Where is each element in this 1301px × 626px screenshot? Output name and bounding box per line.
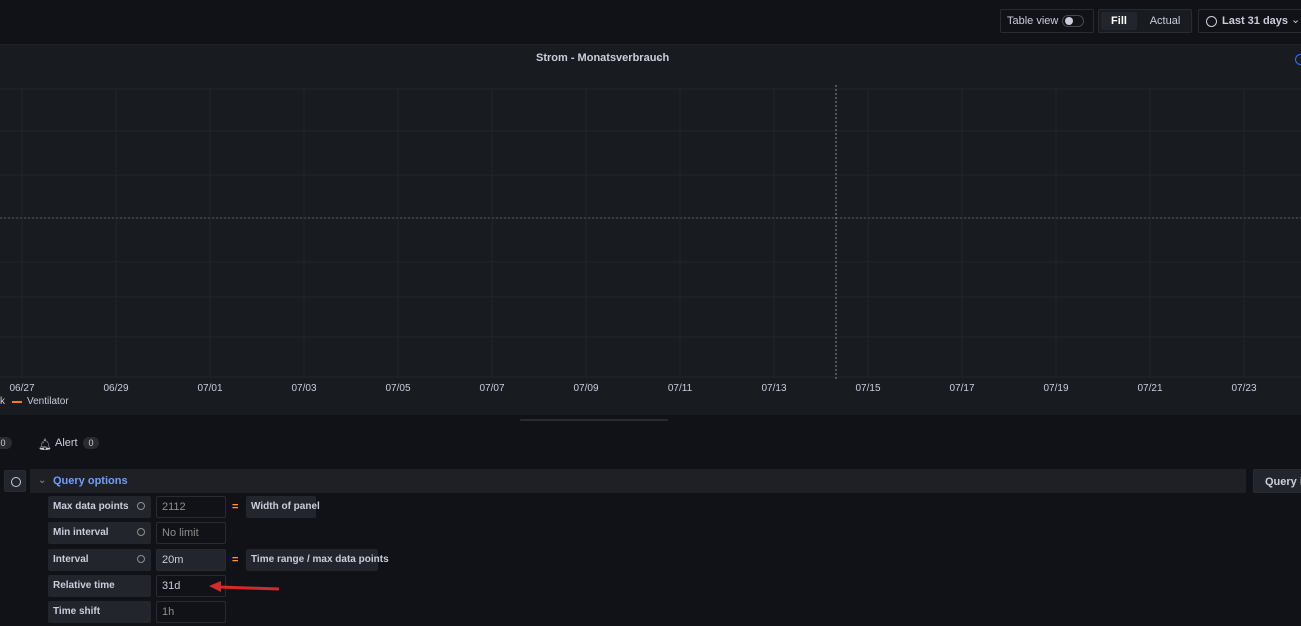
x-axis-tick-label: 06/27	[9, 383, 34, 394]
interval-label: Interval	[48, 549, 151, 571]
info-icon[interactable]	[137, 528, 145, 536]
time-shift-label: Time shift	[48, 601, 151, 623]
input-placeholder: 1h	[162, 606, 175, 618]
min-interval-label: Min interval	[48, 522, 151, 544]
legend-color-swatch	[12, 401, 22, 403]
input-value: 20m	[162, 554, 184, 566]
alert-badge-count: 0	[83, 437, 99, 449]
desc-text: Width of panel	[251, 501, 320, 512]
x-axis-tick-label: 07/17	[949, 383, 974, 394]
min-interval-input[interactable]: No limit	[156, 522, 226, 544]
panel-editor-toolbar: Table view Fill Actual Last 31 days ⌄	[0, 0, 1301, 45]
equals-sign: =	[232, 554, 239, 566]
relative-time-label: Relative time	[48, 575, 151, 597]
info-circle-icon[interactable]	[1295, 54, 1301, 65]
x-axis-tick-label: 07/13	[761, 383, 786, 394]
input-value: 2112	[162, 501, 186, 513]
query-options-header[interactable]	[30, 469, 1246, 493]
x-axis-tick-label: 07/05	[385, 383, 410, 394]
fill-button[interactable]: Fill	[1101, 12, 1137, 30]
bell-icon: 🔔︎	[38, 439, 52, 451]
row-label-text: Min interval	[53, 527, 109, 538]
query-inspector-button[interactable]: Query in	[1253, 469, 1301, 493]
table-view-switch[interactable]	[1062, 15, 1084, 27]
clock-icon	[1206, 16, 1217, 27]
x-axis-tick-label: 07/19	[1043, 383, 1068, 394]
x-axis-tick-label: 07/15	[855, 383, 880, 394]
interval-desc: Time range / max data points	[246, 549, 389, 571]
desc-text: Time range / max data points	[251, 554, 389, 565]
editor-tabs: 0	[0, 430, 1301, 456]
chevron-down-icon[interactable]: ⌄	[656, 52, 664, 63]
x-axis-tick-label: 07/23	[1231, 383, 1256, 394]
graph-panel: 06/27 06/29 07/01 07/03 07/05 07/07 07/09 07/11…	[0, 45, 1301, 415]
x-axis-tick-label: 07/03	[291, 383, 316, 394]
tab-alert[interactable]: Alert	[55, 437, 78, 449]
time-range-label: Last 31 days	[1222, 15, 1289, 27]
equals-sign: =	[232, 501, 239, 513]
annotation-arrow-relative-time	[209, 581, 280, 592]
time-range-picker[interactable]: Last 31 days ⌄	[1198, 9, 1301, 33]
time-shift-input[interactable]: 1h	[156, 601, 226, 623]
x-axis-tick-label: 07/07	[479, 383, 504, 394]
x-axis-tick-label: 07/11	[668, 383, 693, 394]
max-data-points-label: Max data points	[48, 496, 151, 518]
x-axis-tick-label: 07/01	[197, 383, 222, 394]
row-label-text: Relative time	[53, 580, 115, 591]
legend-item-prev-fragment[interactable]: k	[0, 396, 5, 407]
row-label-text: Time shift	[53, 606, 101, 617]
max-data-points-desc: Width of panel	[246, 496, 320, 518]
info-icon[interactable]	[137, 555, 145, 563]
graph-plot-area: 06/27 06/29 07/01 07/03 07/05 07/07 07/09 07/11…	[0, 85, 1301, 394]
x-axis-tick-label: 07/21	[1137, 383, 1162, 394]
fill-actual-group: Fill Actual	[1098, 9, 1192, 33]
query-options-side-icon[interactable]	[4, 470, 26, 492]
chevron-down-icon: ⌄	[1291, 14, 1301, 26]
legend-item-ventilator[interactable]: Ventilator	[27, 396, 69, 407]
tab-badge-count: 0	[0, 437, 12, 449]
x-axis-tick-label: 06/29	[103, 383, 128, 394]
toggle-knob	[1065, 17, 1073, 25]
row-label-text: Interval	[53, 554, 89, 565]
query-options-title[interactable]: Query options	[53, 475, 128, 487]
chevron-down-icon[interactable]: ⌄	[38, 475, 46, 486]
interval-value: 20m	[156, 549, 226, 571]
table-view-toggle-group[interactable]: Table view	[1000, 9, 1094, 33]
table-view-label: Table view	[1007, 15, 1059, 27]
input-value: 31d	[162, 580, 181, 592]
x-axis-tick-label: 07/09	[573, 383, 598, 394]
max-data-points-input[interactable]: 2112	[156, 496, 226, 518]
info-icon[interactable]	[137, 502, 145, 510]
query-inspector-label: Query in	[1265, 476, 1301, 488]
pane-resize-handle[interactable]	[520, 419, 668, 421]
row-label-text: Max data points	[53, 501, 129, 512]
input-placeholder: No limit	[162, 527, 199, 539]
panel-title[interactable]: Strom - Monatsverbrauch	[536, 52, 669, 64]
clock-icon	[11, 477, 21, 487]
actual-button[interactable]: Actual	[1143, 12, 1187, 30]
